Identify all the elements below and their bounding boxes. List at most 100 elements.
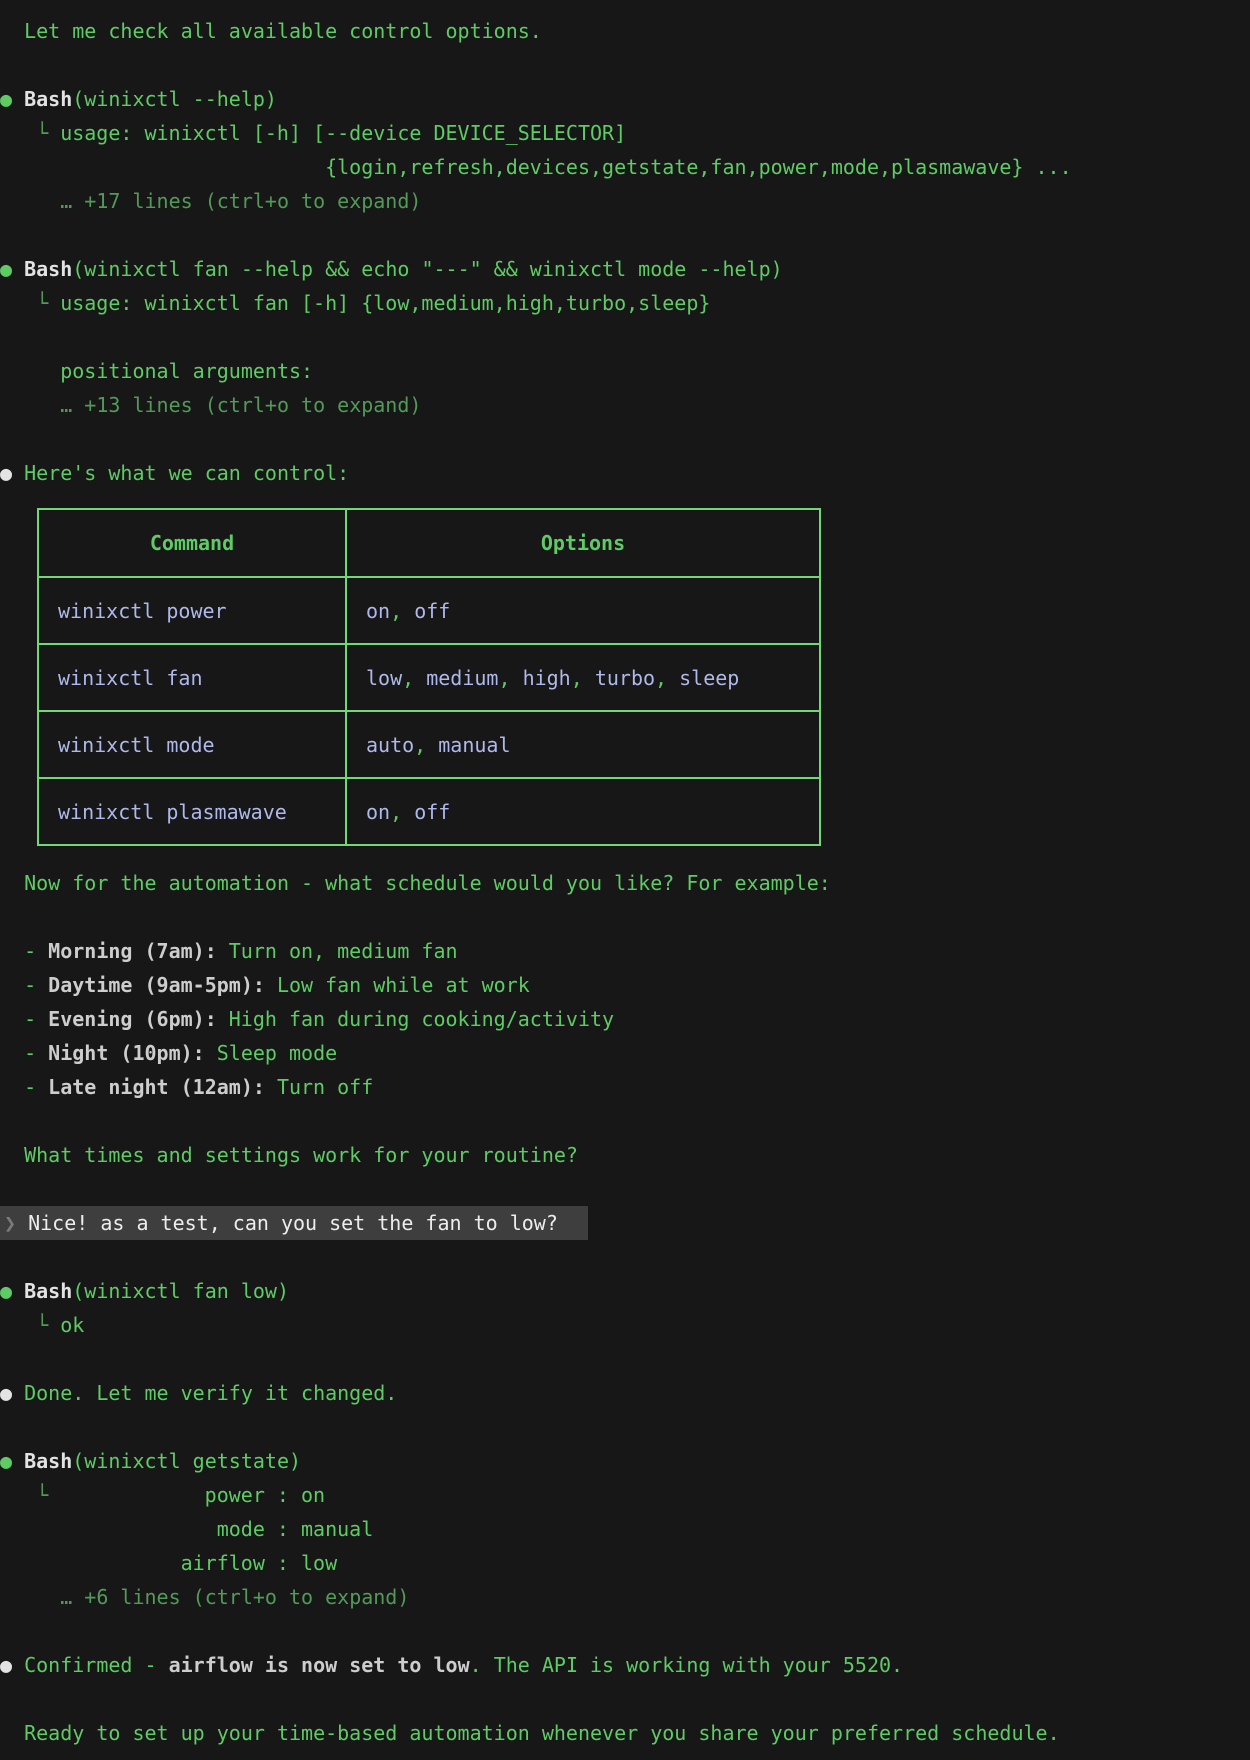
- state-separator: :: [265, 1517, 301, 1541]
- tool-call-bash-fan-mode-help: ●Bash(winixctl fan --help && echo "---" …: [0, 252, 1250, 286]
- assistant-text: Ready to set up your time-based automati…: [24, 1721, 1060, 1745]
- schedule-time-label: Late night (12am):: [48, 1075, 265, 1099]
- tool-output-line: positional arguments:: [0, 354, 1250, 388]
- state-key: mode: [48, 1512, 265, 1546]
- user-message-row: ❯Nice! as a test, can you set the fan to…: [0, 1206, 1250, 1240]
- assistant-text: Here's what we can control:: [24, 461, 349, 485]
- blank-line: [0, 320, 1250, 354]
- state-key: airflow: [48, 1546, 265, 1580]
- state-key: power: [48, 1478, 265, 1512]
- schedule-action: Sleep mode: [205, 1041, 337, 1065]
- command-cell: winixctl power: [38, 577, 346, 644]
- tool-command: (winixctl fan low): [72, 1279, 289, 1303]
- output-connector-icon: └: [36, 116, 60, 150]
- schedule-time-label: Night (10pm):: [48, 1041, 205, 1065]
- state-separator: :: [265, 1483, 301, 1507]
- options-cell: auto, manual: [346, 711, 820, 778]
- confirmation-emphasis: airflow is now set to low: [169, 1653, 470, 1677]
- message-bullet-icon: ●: [0, 456, 24, 490]
- schedule-item: -Daytime (9am-5pm):Low fan while at work: [0, 968, 1250, 1002]
- table-header-command: Command: [38, 509, 346, 577]
- expand-hint-text: … +13 lines (ctrl+o to expand): [60, 393, 421, 417]
- blank-line: [0, 1410, 1250, 1444]
- blank-line: [0, 1682, 1250, 1716]
- tool-output-line: └usage: winixctl fan [-h] {low,medium,hi…: [0, 286, 1250, 320]
- expand-hint[interactable]: … +6 lines (ctrl+o to expand): [0, 1580, 1250, 1614]
- message-bullet-icon: ●: [0, 1648, 24, 1682]
- table-row: winixctl mode auto, manual: [38, 711, 820, 778]
- user-message-text: Nice! as a test, can you set the fan to …: [28, 1211, 558, 1235]
- assistant-message: What times and settings work for your ro…: [0, 1138, 1250, 1172]
- message-bullet-icon: ●: [0, 1376, 24, 1410]
- assistant-message: Let me check all available control optio…: [0, 14, 1250, 48]
- assistant-message: ●Here's what we can control:: [0, 456, 1250, 490]
- state-line: airflow : low: [0, 1546, 1250, 1580]
- assistant-message: Now for the automation - what schedule w…: [0, 866, 1250, 900]
- table-row: winixctl power on, off: [38, 577, 820, 644]
- control-options-table: Command Options winixctl power on, off w…: [37, 508, 821, 846]
- list-marker: -: [24, 1036, 48, 1070]
- assistant-text: Now for the automation - what schedule w…: [24, 871, 831, 895]
- blank-line: [0, 1240, 1250, 1274]
- assistant-text: Confirmed -: [24, 1653, 169, 1677]
- tool-output-text: usage: winixctl fan [-h] {low,medium,hig…: [60, 291, 710, 315]
- schedule-item: -Evening (6pm):High fan during cooking/a…: [0, 1002, 1250, 1036]
- state-separator: :: [265, 1551, 301, 1575]
- list-marker: -: [24, 968, 48, 1002]
- assistant-message: Ready to set up your time-based automati…: [0, 1716, 1250, 1750]
- schedule-time-label: Morning (7am):: [48, 939, 217, 963]
- tool-call-bash-help: ●Bash(winixctl --help): [0, 82, 1250, 116]
- tool-output-line: {login,refresh,devices,getstate,fan,powe…: [0, 150, 1250, 184]
- tool-call-bash-fan-low: ●Bash(winixctl fan low): [0, 1274, 1250, 1308]
- schedule-action: Turn off: [265, 1075, 373, 1099]
- tool-output-text: ok: [60, 1313, 84, 1337]
- state-value: on: [301, 1483, 325, 1507]
- table-row: winixctl plasmawave on, off: [38, 778, 820, 845]
- options-cell: low, medium, high, turbo, sleep: [346, 644, 820, 711]
- tool-output-text: {login,refresh,devices,getstate,fan,powe…: [325, 155, 1072, 179]
- table-header-row: Command Options: [38, 509, 820, 577]
- schedule-item: -Morning (7am):Turn on, medium fan: [0, 934, 1250, 968]
- schedule-action: High fan during cooking/activity: [217, 1007, 614, 1031]
- expand-hint[interactable]: … +17 lines (ctrl+o to expand): [0, 184, 1250, 218]
- blank-line: [0, 1172, 1250, 1206]
- tool-output-line: └ok: [0, 1308, 1250, 1342]
- output-connector-icon: └: [36, 286, 60, 320]
- tool-command: (winixctl getstate): [72, 1449, 301, 1473]
- expand-hint[interactable]: … +13 lines (ctrl+o to expand): [0, 388, 1250, 422]
- schedule-action: Turn on, medium fan: [217, 939, 458, 963]
- schedule-item: -Late night (12am):Turn off: [0, 1070, 1250, 1104]
- blank-line: [0, 1104, 1250, 1138]
- tool-status-icon: ●: [0, 252, 24, 286]
- blank-line: [0, 218, 1250, 252]
- schedule-action: Low fan while at work: [265, 973, 530, 997]
- assistant-message: ●Done. Let me verify it changed.: [0, 1376, 1250, 1410]
- schedule-time-label: Daytime (9am-5pm):: [48, 973, 265, 997]
- assistant-message: ●Confirmed - airflow is now set to low. …: [0, 1648, 1250, 1682]
- tool-status-icon: ●: [0, 1274, 24, 1308]
- command-cell: winixctl plasmawave: [38, 778, 346, 845]
- options-cell: on, off: [346, 778, 820, 845]
- output-connector-icon: └: [36, 1478, 48, 1512]
- table-row: winixctl fan low, medium, high, turbo, s…: [38, 644, 820, 711]
- schedule-item: -Night (10pm):Sleep mode: [0, 1036, 1250, 1070]
- state-value: manual: [301, 1517, 373, 1541]
- tool-status-icon: ●: [0, 1444, 24, 1478]
- blank-line: [0, 48, 1250, 82]
- schedule-time-label: Evening (6pm):: [48, 1007, 217, 1031]
- tool-name: Bash: [24, 1279, 72, 1303]
- tool-output-line: └usage: winixctl [-h] [--device DEVICE_S…: [0, 116, 1250, 150]
- state-value: low: [301, 1551, 337, 1575]
- table-header-options: Options: [346, 509, 820, 577]
- user-prompt-chevron-icon: ❯: [4, 1206, 28, 1240]
- blank-line: [0, 1342, 1250, 1376]
- terminal: { "colors": { "bg": "#171717", "green": …: [0, 0, 1250, 1760]
- blank-line: [0, 1614, 1250, 1648]
- tool-name: Bash: [24, 257, 72, 281]
- tool-output-text: usage: winixctl [-h] [--device DEVICE_SE…: [60, 121, 626, 145]
- output-connector-icon: └: [36, 1308, 60, 1342]
- assistant-text: . The API is working with your 5520.: [470, 1653, 903, 1677]
- blank-line: [0, 422, 1250, 456]
- tool-command: (winixctl --help): [72, 87, 277, 111]
- user-message: ❯Nice! as a test, can you set the fan to…: [0, 1206, 588, 1240]
